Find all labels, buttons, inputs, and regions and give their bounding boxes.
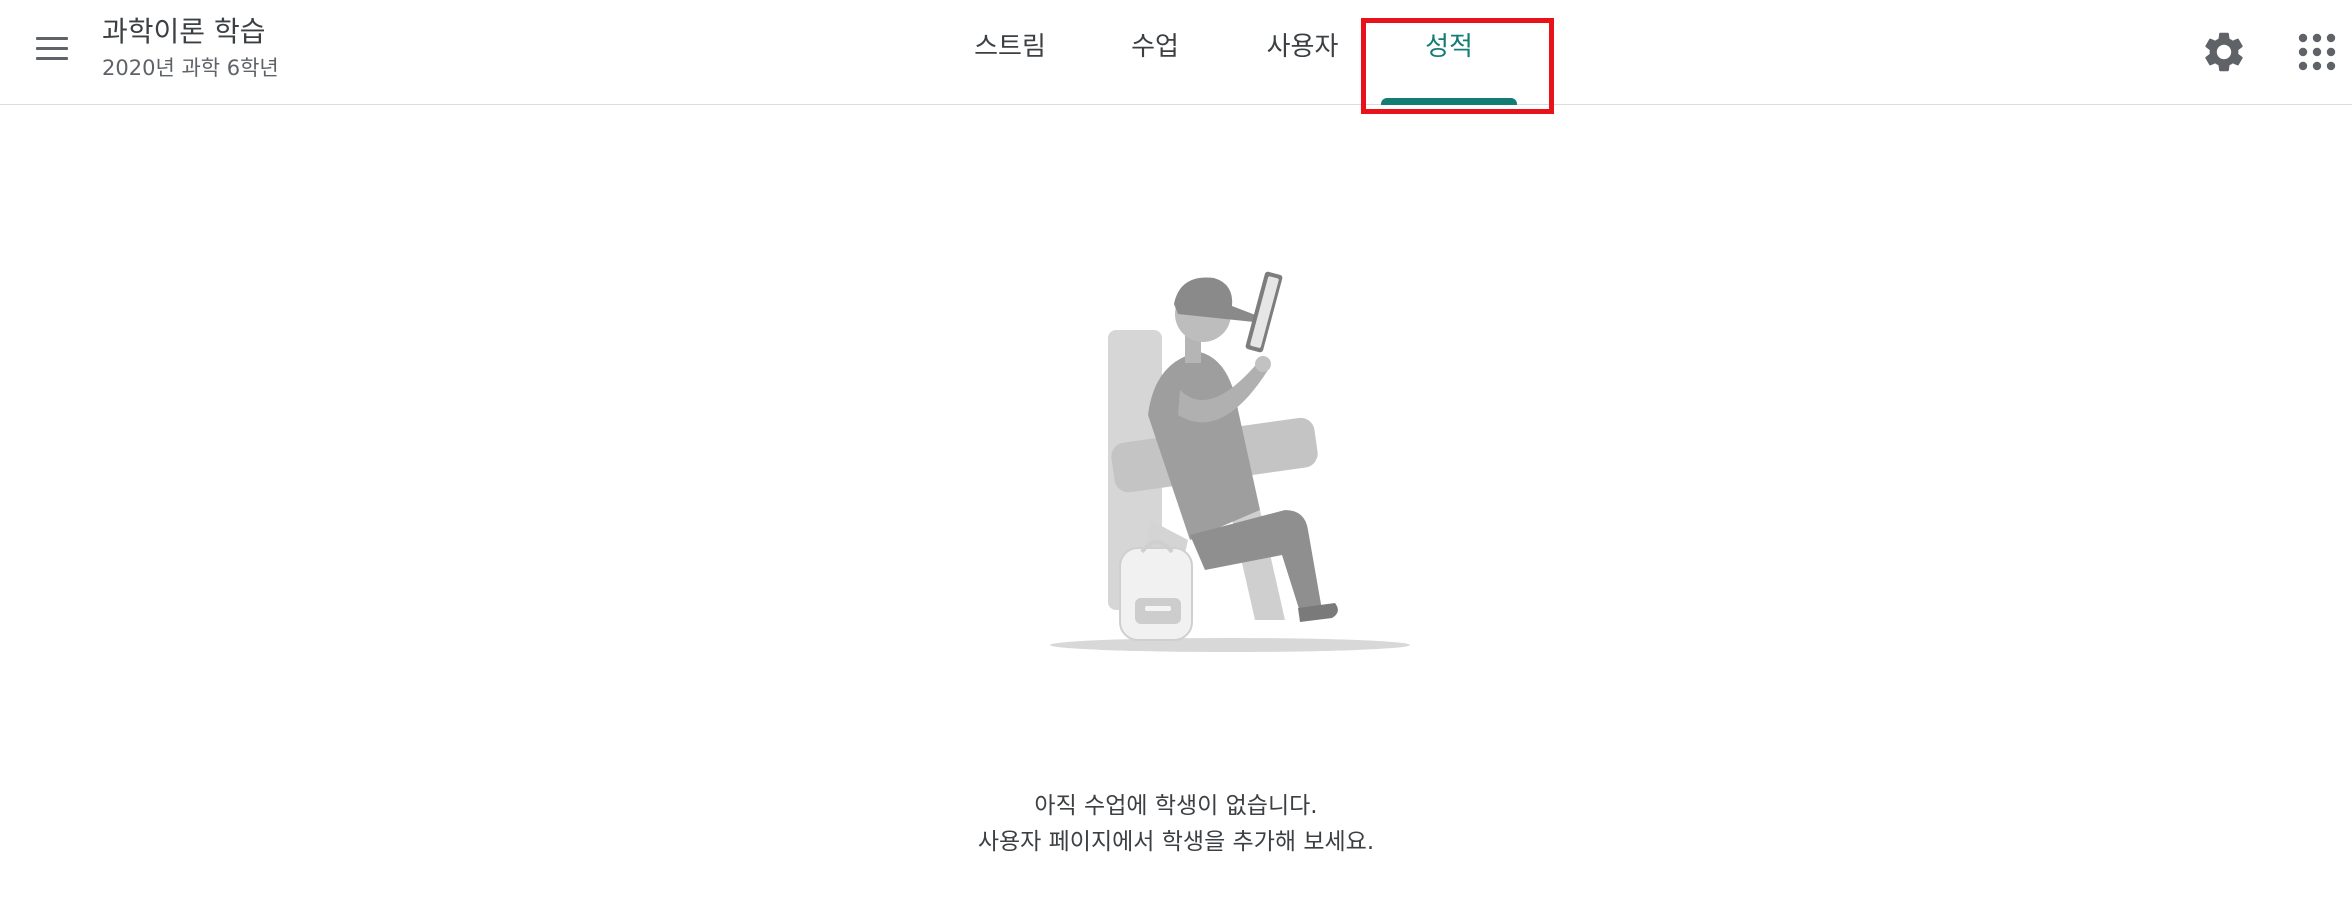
class-title[interactable]: 과학이론 학습: [102, 14, 279, 50]
tab-stream[interactable]: 스트림: [960, 26, 1060, 76]
tab-people[interactable]: 사용자: [1250, 26, 1355, 76]
student-reading-illustration: [1050, 271, 1410, 652]
empty-state-line-1: 아직 수업에 학생이 없습니다.: [1034, 793, 1318, 819]
apps-grid-icon[interactable]: [2293, 28, 2341, 76]
tab-classwork[interactable]: 수업: [1110, 26, 1200, 76]
empty-state-line-2: 사용자 페이지에서 학생을 추가해 보세요.: [977, 829, 1375, 855]
top-app-bar: 과학이론 학습 2020년 과학 6학년 스트림 수업 사용자 성적: [0, 0, 2352, 105]
class-subtitle: 2020년 과학 6학년: [102, 56, 279, 80]
active-tab-indicator: [1381, 98, 1517, 105]
class-title-block: 과학이론 학습 2020년 과학 6학년: [102, 14, 279, 82]
tab-grades[interactable]: 성적: [1400, 26, 1498, 76]
gear-icon[interactable]: [2200, 28, 2248, 76]
hamburger-menu-icon[interactable]: [30, 29, 74, 69]
